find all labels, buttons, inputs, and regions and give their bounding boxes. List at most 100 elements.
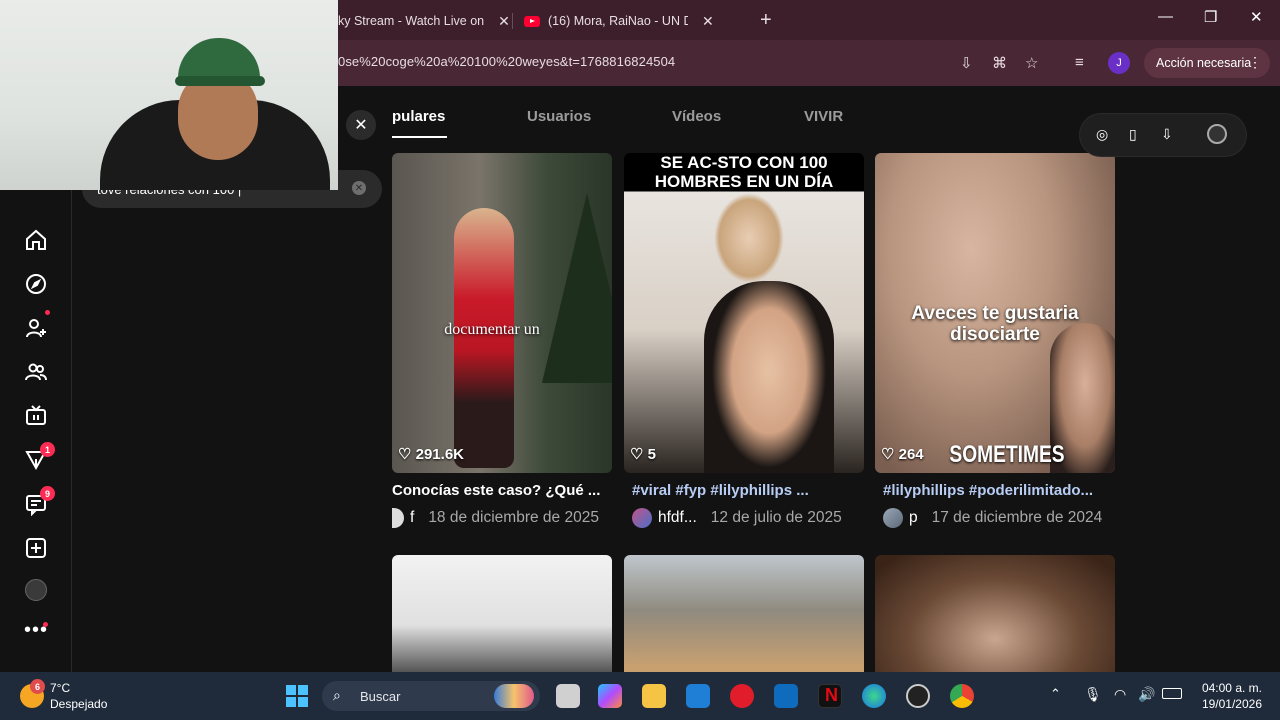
- video-card[interactable]: [392, 555, 612, 672]
- translate-icon[interactable]: ⌘: [992, 54, 1007, 72]
- video-overlay-text: Aveces te gustaria disociarte: [911, 303, 1079, 345]
- search-highlight-icon: [494, 684, 534, 708]
- post-date: 12 de julio de 2025: [710, 509, 842, 526]
- weather-badge: 6: [30, 679, 45, 694]
- tab-title: (16) Mora, RaiNao - UN DESEO: [548, 14, 688, 28]
- tab-videos[interactable]: Vídeos: [672, 108, 721, 125]
- close-search-icon[interactable]: ✕: [346, 110, 376, 140]
- webcam-overlay: [0, 0, 338, 190]
- wifi-icon[interactable]: ◠: [1114, 686, 1126, 703]
- avatar[interactable]: [392, 508, 404, 528]
- tab-users[interactable]: Usuarios: [527, 108, 591, 125]
- like-count: ♡ 291.6K: [398, 446, 464, 463]
- video-thumbnail: [624, 555, 864, 672]
- task-view-icon[interactable]: [556, 684, 580, 708]
- speaker-icon[interactable]: 🔊: [1138, 686, 1155, 703]
- video-caption[interactable]: #lilyphillips #poderilimitado...: [883, 482, 1115, 499]
- minimize-icon[interactable]: —: [1158, 8, 1173, 25]
- video-thumbnail: [875, 555, 1115, 672]
- username[interactable]: f: [410, 509, 414, 527]
- video-card[interactable]: [875, 555, 1115, 672]
- active-tab-indicator: [392, 136, 447, 138]
- upload-icon[interactable]: [22, 534, 50, 562]
- restore-icon[interactable]: ❐: [1204, 8, 1217, 26]
- phone-icon[interactable]: ▯: [1129, 126, 1137, 143]
- search-icon: ⌕: [333, 687, 341, 703]
- outlook-icon[interactable]: [774, 684, 798, 708]
- person-face: [704, 281, 834, 473]
- post-date: 17 de diciembre de 2024: [931, 509, 1103, 526]
- bookmark-star-icon[interactable]: ☆: [1025, 54, 1038, 72]
- outlook-new-icon[interactable]: [686, 684, 710, 708]
- clock-time[interactable]: 04:00 a. m.: [1196, 681, 1262, 695]
- file-explorer-icon[interactable]: [642, 684, 666, 708]
- download-icon[interactable]: ⇩: [1161, 126, 1173, 143]
- following-icon[interactable]: [22, 314, 50, 342]
- messages-badge: 9: [40, 486, 55, 501]
- compass-icon[interactable]: ◎: [1096, 126, 1108, 143]
- chevron-up-icon[interactable]: ⌃: [1050, 686, 1061, 702]
- tab-title: ky Stream - Watch Live on: [338, 14, 485, 28]
- username[interactable]: hfdf...: [658, 509, 697, 527]
- taskbar-search-placeholder: Buscar: [360, 689, 401, 704]
- avatar[interactable]: [883, 508, 903, 528]
- cap-brim: [175, 76, 265, 86]
- like-count: ♡ 5: [630, 446, 656, 463]
- live-icon[interactable]: [22, 402, 50, 430]
- video-meta: f 18 de diciembre de 2025: [392, 508, 599, 528]
- video-caption[interactable]: Conocías este caso? ¿Qué ...: [392, 482, 612, 499]
- explore-icon[interactable]: [22, 270, 50, 298]
- more-icon[interactable]: •••: [22, 616, 50, 644]
- tree-shape: [542, 193, 612, 383]
- tab-youtube[interactable]: (16) Mora, RaiNao - UN DESEO ✕: [524, 6, 714, 36]
- tab-popular[interactable]: pulares: [392, 108, 445, 125]
- edge-icon[interactable]: [862, 684, 886, 708]
- profile-icon[interactable]: [22, 576, 50, 604]
- post-date: 18 de diciembre de 2025: [428, 509, 599, 526]
- video-card[interactable]: documentar un ♡ 291.6K: [392, 153, 612, 473]
- media-controls-icon[interactable]: ≡: [1075, 54, 1084, 71]
- video-overlay-text: SOMETIMES: [949, 441, 1065, 468]
- following-notification-dot: [45, 310, 50, 315]
- battery-icon[interactable]: [1162, 688, 1182, 699]
- new-tab-button[interactable]: +: [760, 9, 772, 32]
- clock-date[interactable]: 19/01/2026: [1196, 697, 1262, 711]
- close-icon[interactable]: ✕: [498, 13, 510, 30]
- video-card[interactable]: [624, 555, 864, 672]
- video-card[interactable]: Aveces te gustaria disociarte SOMETIMES …: [875, 153, 1115, 473]
- close-window-icon[interactable]: ✕: [1250, 8, 1263, 26]
- openai-icon[interactable]: [906, 684, 930, 708]
- windows-start-icon[interactable]: [285, 684, 309, 708]
- action-needed-button[interactable]: Acción necesaria ⋮: [1144, 48, 1270, 78]
- likes-value: 264: [898, 446, 924, 463]
- chrome-icon[interactable]: [950, 684, 974, 708]
- video-card[interactable]: SE AC-STO CON 100 HOMBRES EN UN DÍA ♡ 5: [624, 153, 864, 473]
- video-meta: p 17 de diciembre de 2024: [883, 508, 1102, 528]
- profile-avatar[interactable]: J: [1108, 52, 1130, 74]
- action-label: Acción necesaria: [1156, 56, 1252, 70]
- more-options-icon[interactable]: ⋮: [1248, 54, 1262, 71]
- tab-kick-stream[interactable]: ky Stream - Watch Live on ✕: [338, 6, 510, 36]
- likes-value: 291.6K: [415, 446, 464, 463]
- close-icon[interactable]: ✕: [702, 13, 714, 30]
- url-field[interactable]: 0se%20coge%20a%20100%20weyes&t=176881682…: [338, 54, 675, 69]
- weather-desc: Despejado: [50, 697, 108, 711]
- video-meta: hfdf... 12 de julio de 2025: [632, 508, 842, 528]
- settings-icon[interactable]: [1207, 124, 1227, 144]
- youtube-app-icon[interactable]: [730, 684, 754, 708]
- copilot-icon[interactable]: [598, 684, 622, 708]
- avatar[interactable]: [632, 508, 652, 528]
- netflix-icon[interactable]: N: [818, 684, 842, 708]
- microphone-icon[interactable]: 🎙: [1084, 686, 1102, 703]
- video-thumbnail: [392, 555, 612, 672]
- like-count: ♡ 264: [881, 446, 924, 463]
- tab-separator: [512, 13, 513, 29]
- friends-icon[interactable]: [22, 358, 50, 386]
- video-caption[interactable]: #viral #fyp #lilyphillips ...: [632, 482, 864, 499]
- install-app-icon[interactable]: ⇩: [960, 54, 973, 72]
- username[interactable]: p: [909, 509, 918, 527]
- clear-search-icon[interactable]: ✕: [352, 181, 366, 195]
- likes-value: 5: [647, 446, 656, 463]
- tab-live[interactable]: VIVIR: [804, 108, 843, 125]
- home-icon[interactable]: [22, 226, 50, 254]
